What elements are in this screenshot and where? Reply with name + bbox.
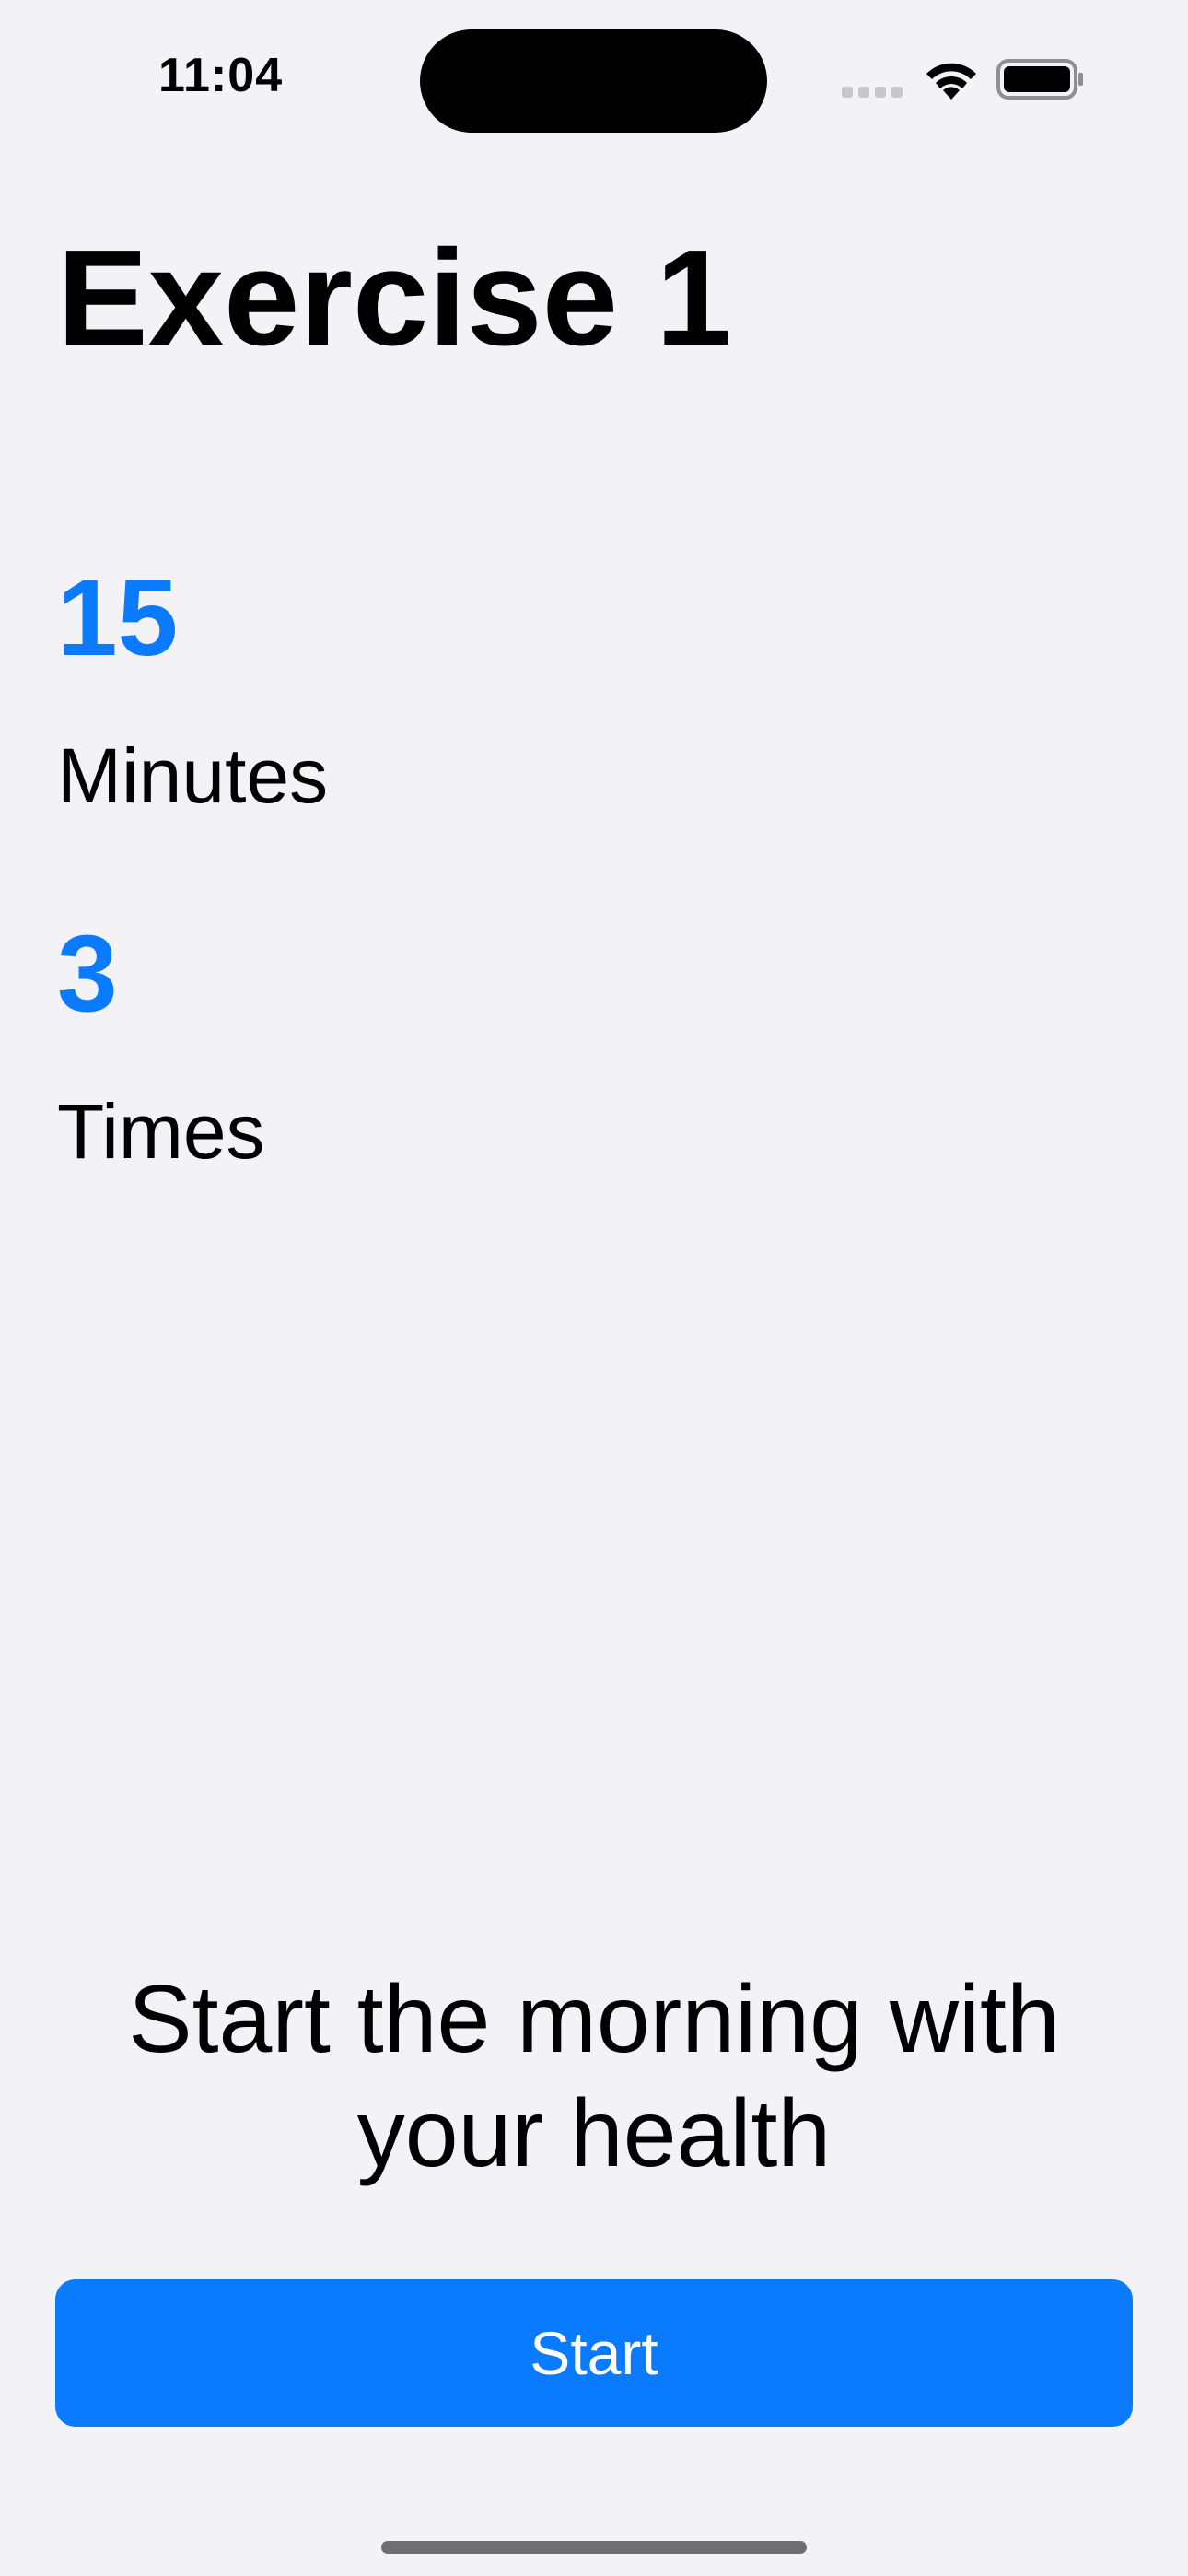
motivation-text: Start the morning with your health	[128, 1966, 1060, 2187]
page-title: Exercise 1	[57, 222, 732, 374]
battery-icon	[996, 59, 1083, 100]
dynamic-island	[420, 29, 767, 133]
status-bar-time: 11:04	[158, 49, 284, 102]
times-value: 3	[57, 913, 118, 1035]
wifi-icon	[926, 63, 976, 100]
minutes-label: Minutes	[57, 732, 329, 819]
home-indicator[interactable]	[381, 2541, 807, 2554]
start-button[interactable]: Start	[55, 2279, 1133, 2427]
minutes-value: 15	[57, 557, 179, 679]
times-label: Times	[57, 1088, 265, 1175]
cellular-signal-icon	[842, 87, 903, 98]
